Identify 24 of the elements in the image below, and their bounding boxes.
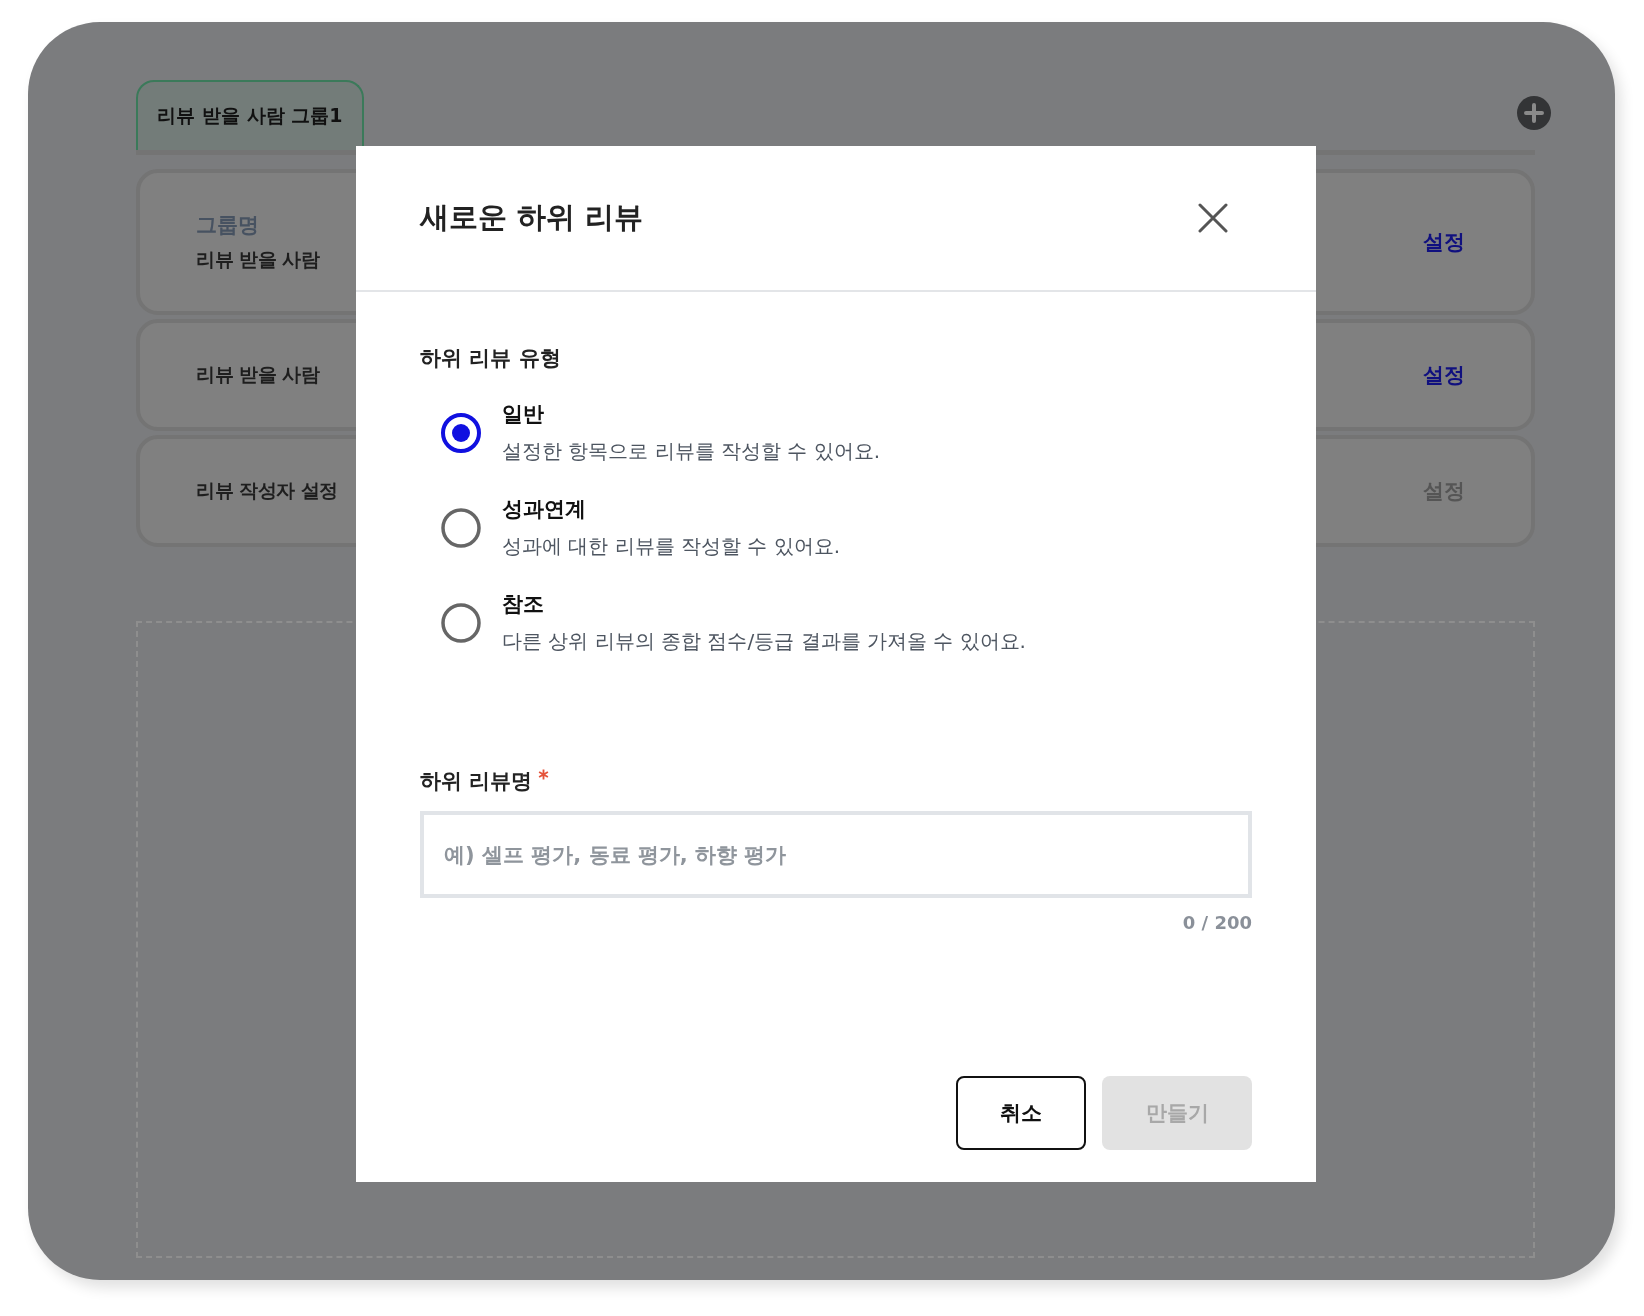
character-counter: 0 / 200 xyxy=(1182,912,1252,933)
option-description: 설정한 항목으로 리뷰를 작성할 수 있어요. xyxy=(502,438,881,465)
name-label: 하위 리뷰명 xyxy=(420,768,533,795)
type-label: 하위 리뷰 유형 xyxy=(420,345,562,372)
group-tab[interactable]: 리뷰 받을 사람 그룹1 xyxy=(136,80,364,150)
row-title: 리뷰 작성자 설정 xyxy=(196,478,338,503)
dialog-title: 새로운 하위 리뷰 xyxy=(420,199,644,236)
row-title: 리뷰 받을 사람 xyxy=(196,362,320,387)
settings-link[interactable]: 설정 xyxy=(1423,228,1465,256)
option-title: 일반 xyxy=(502,401,545,428)
option-title: 성과연계 xyxy=(502,496,587,523)
row-label: 그룹명 xyxy=(196,212,260,239)
review-name-input[interactable]: 예) 셀프 평가, 동료 평가, 하향 평가 xyxy=(420,811,1252,898)
close-icon[interactable] xyxy=(1198,203,1228,233)
radio-button[interactable] xyxy=(440,601,482,644)
settings-link[interactable]: 설정 xyxy=(1423,361,1465,389)
option-description: 다른 상위 리뷰의 종합 점수/등급 결과를 가져올 수 있어요. xyxy=(502,628,1026,655)
radio-button[interactable] xyxy=(440,506,482,549)
radio-button[interactable] xyxy=(440,411,482,454)
option-title: 참조 xyxy=(502,591,545,618)
option-description: 성과에 대한 리뷰를 작성할 수 있어요. xyxy=(502,533,841,560)
add-icon[interactable] xyxy=(1517,96,1551,130)
cancel-button[interactable]: 취소 xyxy=(956,1076,1086,1150)
row-title: 리뷰 받을 사람 xyxy=(196,247,320,272)
